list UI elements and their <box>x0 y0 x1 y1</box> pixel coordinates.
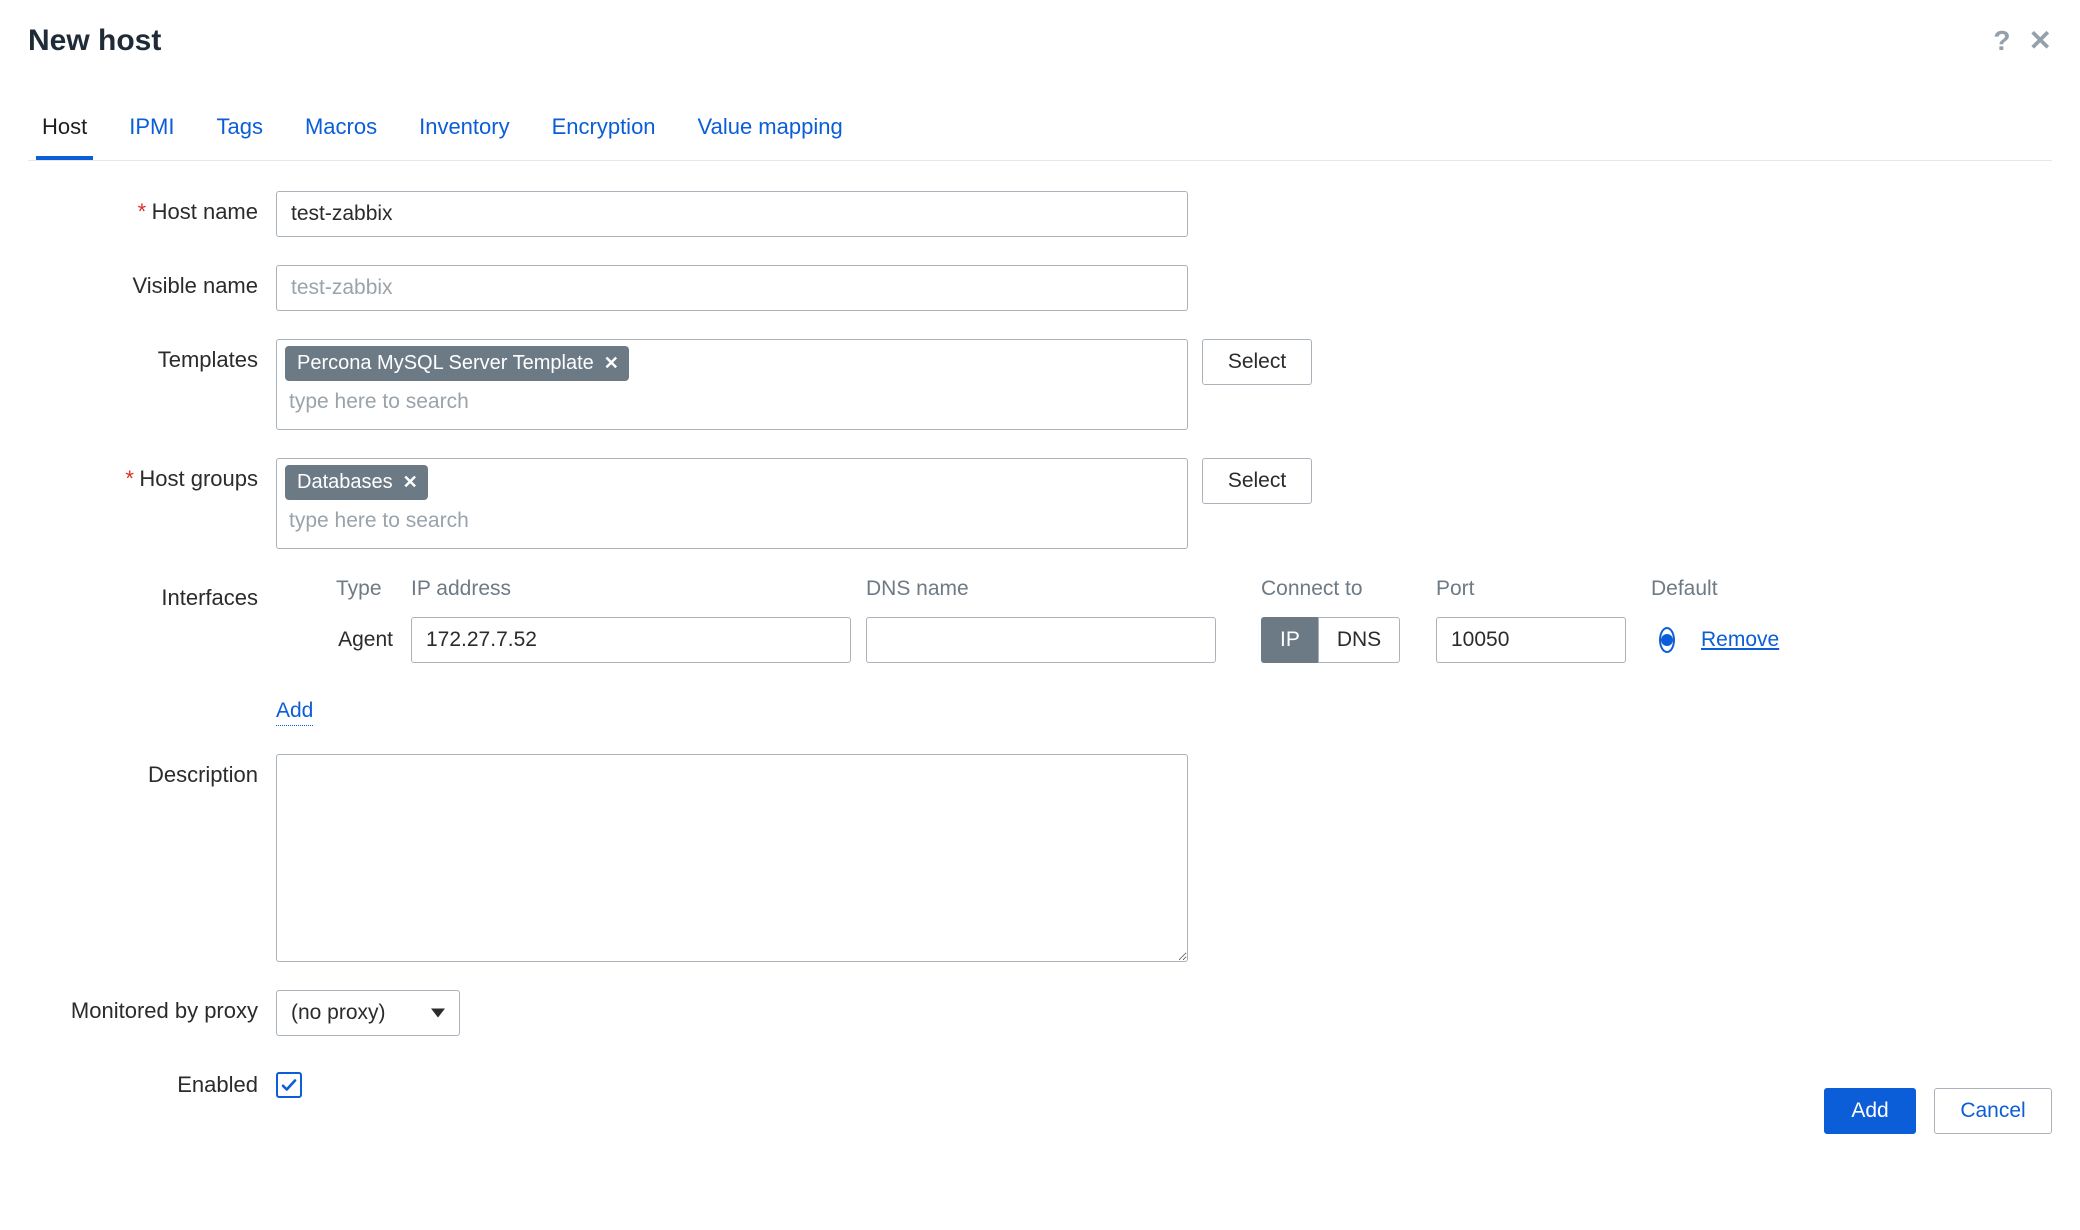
template-pill-label: Percona MySQL Server Template <box>297 352 594 375</box>
interface-ip-input[interactable] <box>411 617 851 663</box>
tab-host[interactable]: Host <box>36 114 93 160</box>
interface-row: Agent IP DNS <box>276 617 1771 663</box>
check-icon <box>280 1076 298 1094</box>
interfaces-header: Type IP address DNS name Connect to Port… <box>276 577 1771 601</box>
label-templates: Templates <box>28 339 276 373</box>
label-interfaces: Interfaces <box>28 577 276 611</box>
default-radio[interactable] <box>1659 627 1675 653</box>
host-groups-search-input[interactable] <box>289 504 1175 538</box>
label-proxy: Monitored by proxy <box>28 990 276 1024</box>
host-name-input[interactable] <box>276 191 1188 237</box>
remove-interface-link[interactable]: Remove <box>1701 628 1779 652</box>
tabs: Host IPMI Tags Macros Inventory Encrypti… <box>28 114 2052 161</box>
iface-col-default: Default <box>1651 577 1771 601</box>
label-enabled: Enabled <box>28 1064 276 1098</box>
proxy-select-value: (no proxy) <box>291 1001 386 1025</box>
tab-inventory[interactable]: Inventory <box>413 114 516 160</box>
iface-col-type: Type <box>276 577 411 601</box>
templates-search-input[interactable] <box>289 385 1175 419</box>
interface-type: Agent <box>276 628 411 652</box>
tab-macros[interactable]: Macros <box>299 114 383 160</box>
connect-to-toggle: IP DNS <box>1261 617 1436 663</box>
enabled-checkbox[interactable] <box>276 1072 302 1098</box>
label-host-groups: Host groups <box>28 458 276 492</box>
tab-ipmi[interactable]: IPMI <box>123 114 180 160</box>
iface-col-ip: IP address <box>411 577 866 601</box>
iface-col-port: Port <box>1436 577 1651 601</box>
label-visible-name: Visible name <box>28 265 276 299</box>
dialog-title: New host <box>28 24 161 58</box>
tab-encryption[interactable]: Encryption <box>546 114 662 160</box>
remove-pill-icon[interactable]: ✕ <box>403 472 418 493</box>
select-host-groups-button[interactable]: Select <box>1202 458 1312 504</box>
select-templates-button[interactable]: Select <box>1202 339 1312 385</box>
add-interface-link[interactable]: Add <box>276 699 313 726</box>
connect-to-ip[interactable]: IP <box>1261 617 1318 663</box>
label-description: Description <box>28 754 276 788</box>
tab-value-mapping[interactable]: Value mapping <box>692 114 849 160</box>
proxy-select[interactable]: (no proxy) <box>276 990 460 1036</box>
close-icon[interactable]: ✕ <box>2029 27 2052 55</box>
iface-col-connect: Connect to <box>1261 577 1436 601</box>
visible-name-input[interactable] <box>276 265 1188 311</box>
hostgroup-pill-label: Databases <box>297 471 393 494</box>
interface-dns-input[interactable] <box>866 617 1216 663</box>
host-groups-multiselect[interactable]: Databases ✕ <box>276 458 1188 549</box>
interface-port-input[interactable] <box>1436 617 1626 663</box>
tab-tags[interactable]: Tags <box>210 114 268 160</box>
templates-multiselect[interactable]: Percona MySQL Server Template ✕ <box>276 339 1188 430</box>
iface-col-dns: DNS name <box>866 577 1261 601</box>
description-textarea[interactable] <box>276 754 1188 962</box>
hostgroup-pill: Databases ✕ <box>285 465 428 500</box>
label-host-name: Host name <box>28 191 276 225</box>
help-icon[interactable]: ? <box>1993 27 2010 55</box>
connect-to-dns[interactable]: DNS <box>1318 617 1400 663</box>
cancel-button[interactable]: Cancel <box>1934 1088 2052 1134</box>
template-pill: Percona MySQL Server Template ✕ <box>285 346 629 381</box>
remove-pill-icon[interactable]: ✕ <box>604 353 619 374</box>
add-button[interactable]: Add <box>1824 1088 1916 1134</box>
